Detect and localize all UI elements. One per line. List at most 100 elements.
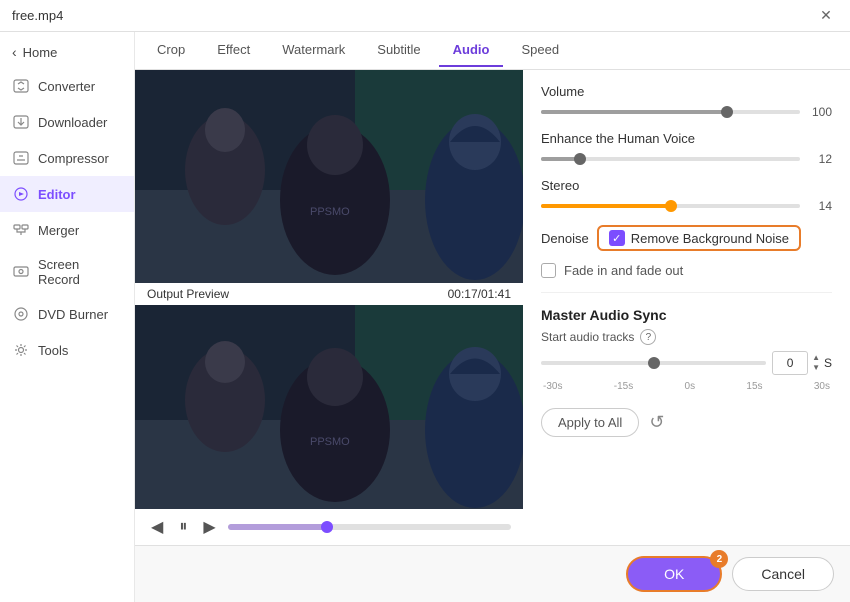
stereo-thumb[interactable] — [665, 200, 677, 212]
content-area: Crop Effect Watermark Subtitle Audio Spe… — [135, 32, 850, 602]
dvd-burner-icon — [12, 305, 30, 323]
sync-value-input[interactable] — [772, 351, 808, 375]
compressor-label: Compressor — [38, 151, 109, 166]
preview-label: Output Preview — [147, 287, 229, 301]
sidebar-item-compressor[interactable]: Compressor — [0, 140, 134, 176]
master-sync-section: Master Audio Sync Start audio tracks ? ▲ — [541, 307, 832, 392]
sync-s-label: S — [824, 356, 832, 370]
main-split: PPSMO Output Preview 00:17/01:41 — [135, 70, 850, 545]
video-controls: ◀ ⏸ ▶ — [135, 509, 523, 545]
sync-subtitle: Start audio tracks ? — [541, 329, 832, 345]
pause-button[interactable]: ⏸ — [175, 516, 191, 538]
denoise-label: Denoise — [541, 231, 589, 246]
volume-value: 100 — [808, 105, 832, 119]
stereo-fill — [541, 204, 671, 208]
dvd-burner-label: DVD Burner — [38, 307, 108, 322]
sync-slider-track[interactable] — [541, 361, 766, 365]
sync-thumb[interactable] — [648, 357, 660, 369]
volume-label: Volume — [541, 84, 832, 99]
video-timestamp: 00:17/01:41 — [448, 287, 511, 301]
enhance-label: Enhance the Human Voice — [541, 131, 832, 146]
audio-panel: Volume 100 Enhance the Human Voice — [523, 70, 850, 545]
screen-record-label: Screen Record — [38, 257, 122, 287]
sidebar-item-dvd-burner[interactable]: DVD Burner — [0, 296, 134, 332]
video-frame-top: PPSMO — [135, 70, 523, 283]
title-filename: free.mp4 — [12, 8, 63, 23]
merger-icon — [12, 221, 30, 239]
editor-icon — [12, 185, 30, 203]
tick-minus30: -30s — [543, 381, 562, 392]
tab-speed[interactable]: Speed — [507, 34, 573, 67]
stereo-label: Stereo — [541, 178, 832, 193]
sync-decrement-button[interactable]: ▼ — [810, 363, 822, 373]
sync-spinners: ▲ ▼ — [810, 353, 822, 373]
denoise-row: Denoise ✓ Remove Background Noise — [541, 225, 832, 251]
ok-button[interactable]: OK 2 — [626, 556, 722, 592]
volume-slider-track[interactable] — [541, 110, 800, 114]
enhance-thumb[interactable] — [574, 153, 586, 165]
sidebar-item-screen-record[interactable]: Screen Record — [0, 248, 134, 296]
actions-row: Apply to All ↺ — [541, 408, 832, 437]
progress-bar[interactable] — [228, 524, 511, 530]
tab-effect[interactable]: Effect — [203, 34, 264, 67]
volume-thumb[interactable] — [721, 106, 733, 118]
stereo-slider-row: 14 — [541, 199, 832, 213]
tick-minus15: -15s — [614, 381, 633, 392]
sidebar-home[interactable]: ‹ Home — [0, 36, 134, 68]
compressor-icon — [12, 149, 30, 167]
denoise-checkbox[interactable]: ✓ — [609, 230, 625, 246]
fade-checkbox[interactable] — [541, 263, 556, 278]
denoise-checkbox-wrapper[interactable]: ✓ Remove Background Noise — [597, 225, 801, 251]
sidebar-home-label: Home — [23, 45, 58, 60]
close-button[interactable]: ✕ — [814, 4, 838, 28]
sidebar: ‹ Home Converter Downloader Compressor — [0, 32, 135, 602]
tick-0: 0s — [685, 381, 696, 392]
screen-record-icon — [12, 263, 30, 281]
sidebar-item-downloader[interactable]: Downloader — [0, 104, 134, 140]
fade-label: Fade in and fade out — [564, 263, 683, 278]
sync-ticks: -30s -15s 0s 15s 30s — [541, 381, 832, 392]
tab-crop[interactable]: Crop — [143, 34, 199, 67]
merger-label: Merger — [38, 223, 79, 238]
volume-slider-row: 100 — [541, 105, 832, 119]
enhance-slider-row: 12 — [541, 152, 832, 166]
tab-subtitle[interactable]: Subtitle — [363, 34, 434, 67]
denoise-checkbox-label: Remove Background Noise — [631, 231, 789, 246]
progress-fill — [228, 524, 327, 530]
progress-thumb — [321, 521, 333, 533]
stereo-slider-track[interactable] — [541, 204, 800, 208]
sidebar-item-merger[interactable]: Merger — [0, 212, 134, 248]
title-bar: free.mp4 ✕ — [0, 0, 850, 32]
sync-value-box: ▲ ▼ S — [772, 351, 832, 375]
video-top: PPSMO — [135, 70, 523, 283]
tick-plus30: 30s — [814, 381, 830, 392]
sync-slider-container: ▲ ▼ S — [541, 351, 832, 375]
sidebar-item-converter[interactable]: Converter — [0, 68, 134, 104]
prev-frame-button[interactable]: ◀ — [147, 515, 167, 539]
info-icon[interactable]: ? — [640, 329, 656, 345]
tick-plus15: 15s — [746, 381, 762, 392]
apply-all-button[interactable]: Apply to All — [541, 408, 639, 437]
downloader-icon — [12, 113, 30, 131]
stereo-value: 14 — [808, 199, 832, 213]
reset-button[interactable]: ↺ — [649, 412, 664, 433]
enhance-section: Enhance the Human Voice 12 — [541, 131, 832, 166]
next-frame-button[interactable]: ▶ — [199, 515, 219, 539]
volume-fill — [541, 110, 727, 114]
tools-label: Tools — [38, 343, 68, 358]
converter-icon — [12, 77, 30, 95]
enhance-slider-track[interactable] — [541, 157, 800, 161]
cancel-button[interactable]: Cancel — [732, 557, 834, 591]
enhance-value: 12 — [808, 152, 832, 166]
tab-watermark[interactable]: Watermark — [268, 34, 359, 67]
ok-badge: 2 — [710, 550, 728, 568]
sync-increment-button[interactable]: ▲ — [810, 353, 822, 363]
bottom-bar: OK 2 Cancel — [135, 545, 850, 602]
volume-section: Volume 100 — [541, 84, 832, 119]
tab-audio[interactable]: Audio — [439, 34, 504, 67]
sidebar-item-editor[interactable]: Editor — [0, 176, 134, 212]
sidebar-item-tools[interactable]: Tools — [0, 332, 134, 368]
divider-1 — [541, 292, 832, 293]
svg-text:PPSMO: PPSMO — [310, 436, 350, 448]
editor-label: Editor — [38, 187, 76, 202]
